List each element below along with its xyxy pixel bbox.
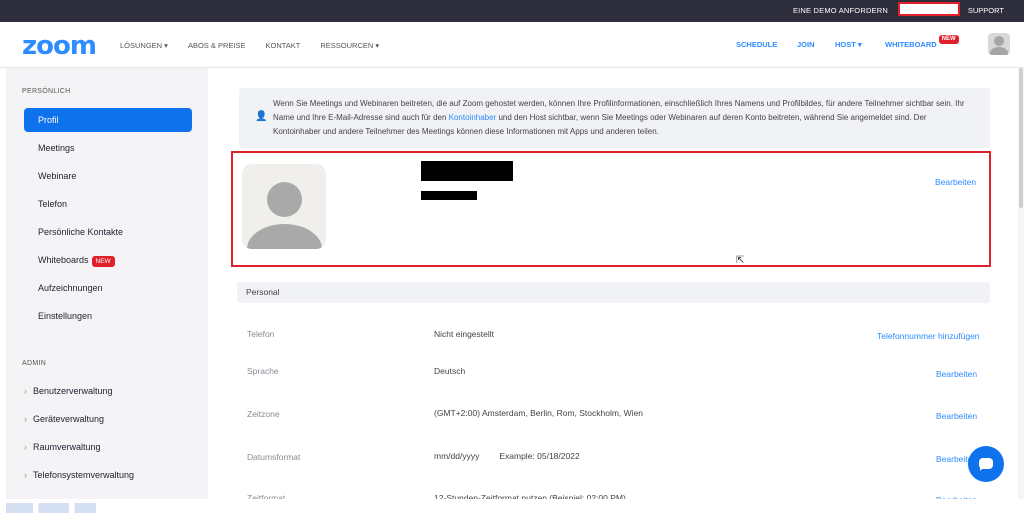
admin-item-label: Benutzerverwaltung (33, 386, 113, 396)
chevron-right-icon: › (24, 414, 27, 424)
new-badge: NEW (91, 256, 115, 267)
nav-whiteboard[interactable]: WHITEBOARD NEW (885, 35, 959, 49)
personal-section-header: Personal (237, 282, 990, 303)
scrollbar-thumb[interactable] (1019, 68, 1023, 208)
redacted-name (421, 161, 513, 181)
sidebar: PERSÖNLICH Profil Meetings Webinare Tele… (6, 68, 208, 499)
admin-item-device-management[interactable]: › Geräteverwaltung (24, 414, 104, 424)
chevron-right-icon: › (24, 386, 27, 396)
nav-left-menu: LÖSUNGEN ▾ ABOS & PREISE KONTAKT RESSOUR… (120, 41, 379, 50)
admin-item-room-management[interactable]: › Raumverwaltung (24, 442, 101, 452)
user-avatar[interactable] (988, 33, 1010, 55)
sidebar-item-profile[interactable]: Profil (24, 108, 192, 132)
privacy-info-banner: 👤 Wenn Sie Meetings und Webinaren beitre… (239, 88, 990, 148)
profile-card: Bearbeiten (231, 151, 991, 267)
sidebar-item-meetings[interactable]: Meetings (24, 136, 192, 160)
sidebar-item-settings[interactable]: Einstellungen (24, 304, 192, 328)
mouse-cursor-icon: ⇱ (736, 255, 745, 266)
date-format-value: mm/dd/yyyy (434, 451, 480, 461)
chat-support-button[interactable] (968, 446, 1004, 482)
chevron-right-icon: › (24, 442, 27, 452)
edit-timezone-link[interactable]: Bearbeiten (936, 411, 977, 421)
nav-solutions[interactable]: LÖSUNGEN ▾ (120, 41, 168, 50)
row-label-phone: Telefon (247, 329, 275, 339)
nav-resources[interactable]: RESSOURCEN ▾ (320, 41, 379, 50)
nav-whiteboard-label: WHITEBOARD (885, 40, 937, 49)
privacy-info-text: Wenn Sie Meetings und Webinaren beitrete… (273, 99, 965, 136)
admin-item-phone-system-management[interactable]: › Telefonsystemverwaltung (24, 470, 134, 480)
sidebar-item-personal-contacts[interactable]: Persönliche Kontakte (24, 220, 192, 244)
chevron-right-icon: › (24, 470, 27, 480)
nav-contact[interactable]: KONTAKT (265, 41, 300, 50)
edit-language-link[interactable]: Bearbeiten (936, 369, 977, 379)
admin-item-label: Raumverwaltung (33, 442, 101, 452)
profile-picture[interactable] (242, 164, 326, 249)
top-bar: EINE DEMO ANFORDERN SUPPORT (0, 0, 1024, 22)
bottom-strip (0, 499, 1024, 519)
redacted-detail (421, 191, 477, 200)
support-link[interactable]: SUPPORT (968, 6, 1004, 15)
admin-item-label: Telefonsystemverwaltung (33, 470, 135, 480)
admin-section-title: ADMIN (22, 360, 47, 367)
sidebar-item-whiteboards[interactable]: Whiteboards NEW (24, 248, 192, 272)
request-demo-link[interactable]: EINE DEMO ANFORDERN (793, 6, 888, 15)
nav-schedule[interactable]: SCHEDULE (736, 40, 777, 49)
redacted-highlight-box (898, 2, 960, 16)
sidebar-item-webinars[interactable]: Webinare (24, 164, 192, 188)
personal-section-title: PERSÖNLICH (22, 88, 71, 95)
row-label-date-format: Datumsformat (247, 452, 301, 462)
zoom-logo[interactable]: zoom (22, 31, 97, 61)
sidebar-item-phone[interactable]: Telefon (24, 192, 192, 216)
user-info-icon: 👤 (255, 111, 268, 122)
add-phone-link[interactable]: Telefonnummer hinzufügen (877, 331, 980, 341)
nav-plans-pricing[interactable]: ABOS & PREISE (188, 41, 246, 50)
nav-host[interactable]: HOST ▾ (835, 40, 862, 49)
row-value-date-format: mm/dd/yyyy Example: 05/18/2022 (434, 451, 580, 461)
admin-item-label: Geräteverwaltung (33, 414, 105, 424)
admin-item-user-management[interactable]: › Benutzerverwaltung (24, 386, 113, 396)
row-label-language: Sprache (247, 366, 279, 376)
sidebar-item-recordings[interactable]: Aufzeichnungen (24, 276, 192, 300)
sidebar-item-whiteboards-label: Whiteboards (38, 255, 89, 265)
account-owner-link[interactable]: Kontoinhaber (449, 113, 497, 122)
row-value-phone: Nicht eingestellt (434, 329, 495, 339)
row-label-timezone: Zeitzone (247, 409, 280, 419)
date-format-example: Example: 05/18/2022 (499, 451, 580, 461)
new-badge: NEW (938, 35, 959, 44)
row-value-language: Deutsch (434, 366, 466, 376)
edit-profile-link[interactable]: Bearbeiten (935, 177, 976, 187)
row-value-timezone: (GMT+2:00) Amsterdam, Berlin, Rom, Stock… (434, 408, 644, 418)
main-navigation: zoom LÖSUNGEN ▾ ABOS & PREISE KONTAKT RE… (0, 22, 1024, 68)
nav-join[interactable]: JOIN (797, 40, 815, 49)
blurred-caption (6, 503, 96, 513)
page-scrollbar[interactable] (1018, 68, 1024, 499)
